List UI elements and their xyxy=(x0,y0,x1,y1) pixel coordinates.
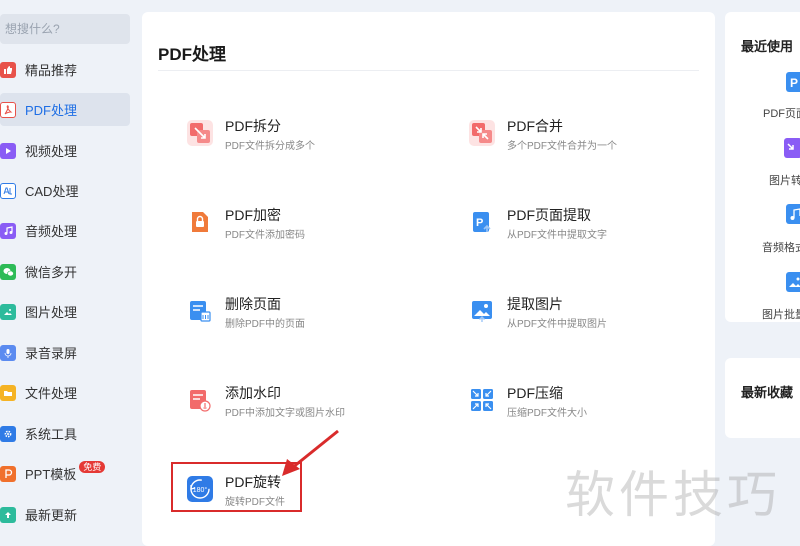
sidebar-item-system[interactable]: 系统工具 xyxy=(0,417,130,450)
tool-description: 删除PDF中的页面 xyxy=(225,319,305,330)
svg-text:P: P xyxy=(790,76,798,90)
sidebar: 想搜什么? 精品推荐 PDF处理 视频处理 CAD处理 音频处理 微信多开 图片… xyxy=(0,0,140,546)
page-extract-icon: P xyxy=(469,209,495,235)
recent-item-label[interactable]: 图片批量 xyxy=(762,306,800,322)
microphone-icon xyxy=(0,344,16,361)
watermark-text: 软件技巧 xyxy=(565,467,781,523)
recent-item-label[interactable]: 音频格式 xyxy=(762,239,800,255)
thumbs-up-icon xyxy=(0,61,16,78)
sidebar-item-latest[interactable]: 最新更新 xyxy=(0,498,130,531)
annotation-arrow-icon xyxy=(282,429,339,476)
tool-pdf-compress[interactable]: PDF压缩 压缩PDF文件大小 xyxy=(469,385,587,419)
sidebar-item-label: 音频处理 xyxy=(25,224,78,239)
tool-description: 压缩PDF文件大小 xyxy=(507,408,587,419)
recent-panel: 最近使用 P PDF页面 图片转 音频格式 图片批量 xyxy=(725,12,800,322)
tool-name: 删除页面 xyxy=(225,296,281,312)
merge-icon xyxy=(469,120,495,146)
cad-icon xyxy=(0,182,16,199)
image-batch-icon[interactable] xyxy=(786,272,800,292)
tool-delete-page[interactable]: 删除页面 删除PDF中的页面 xyxy=(187,296,305,330)
sidebar-item-video[interactable]: 视频处理 xyxy=(0,134,130,167)
tool-name: 提取图片 xyxy=(507,296,563,312)
sidebar-item-file[interactable]: 文件处理 xyxy=(0,376,130,409)
sidebar-item-label: PDF处理 xyxy=(25,103,78,118)
favorites-panel: 最新收藏 xyxy=(725,358,800,438)
sidebar-item-image[interactable]: 图片处理 xyxy=(0,295,130,328)
free-badge: 免费 xyxy=(79,460,106,473)
sidebar-item-recommend[interactable]: 精品推荐 xyxy=(0,53,130,86)
sidebar-item-label: 文件处理 xyxy=(25,386,78,401)
sidebar-item-label: 系统工具 xyxy=(25,427,78,442)
tool-pdf-merge[interactable]: PDF合并 多个PDF文件合并为一个 xyxy=(469,118,617,152)
tool-description: 从PDF文件中提取文字 xyxy=(507,230,607,241)
ppt-icon xyxy=(0,465,16,482)
music-icon xyxy=(0,222,16,239)
split-icon xyxy=(187,120,213,146)
tool-name: PDF合并 xyxy=(507,118,563,134)
sidebar-item-ppt[interactable]: PPT模板 免费 xyxy=(0,457,130,490)
tool-pdf-split[interactable]: PDF拆分 PDF文件拆分成多个 xyxy=(187,118,315,152)
divider xyxy=(158,70,699,71)
folder-icon xyxy=(0,384,16,401)
sidebar-item-label: 视频处理 xyxy=(25,144,78,159)
sidebar-item-record[interactable]: 录音录屏 xyxy=(0,336,130,369)
sidebar-item-label: 图片处理 xyxy=(25,305,78,320)
tool-name: PDF压缩 xyxy=(507,385,563,401)
tool-pdf-encrypt[interactable]: PDF加密 PDF文件添加密码 xyxy=(187,207,305,241)
tool-description: PDF文件拆分成多个 xyxy=(225,141,315,152)
compress-icon xyxy=(469,387,495,413)
sidebar-item-cad[interactable]: CAD处理 xyxy=(0,174,130,207)
audio-format-icon[interactable] xyxy=(786,204,800,224)
favorites-title: 最新收藏 xyxy=(741,385,794,400)
image-convert-icon[interactable] xyxy=(784,138,800,158)
sidebar-item-wechat[interactable]: 微信多开 xyxy=(0,255,130,288)
search-input[interactable]: 想搜什么? xyxy=(0,14,130,44)
sidebar-item-label: CAD处理 xyxy=(25,184,79,199)
tool-add-watermark[interactable]: 添加水印 PDF中添加文字或图片水印 xyxy=(187,385,345,419)
watermark-icon xyxy=(187,387,213,413)
tool-description: 从PDF文件中提取图片 xyxy=(507,319,607,330)
upload-icon xyxy=(0,506,16,523)
recent-item-label[interactable]: 图片转 xyxy=(769,172,800,188)
tool-description: 多个PDF文件合并为一个 xyxy=(507,141,617,152)
tool-name: PDF页面提取 xyxy=(507,207,591,223)
sidebar-item-label: 精品推荐 xyxy=(25,63,78,78)
tool-name: 添加水印 xyxy=(225,385,281,401)
sidebar-item-label: 最新更新 xyxy=(25,508,78,523)
delete-page-icon xyxy=(187,298,213,324)
tool-extract-image[interactable]: 提取图片 从PDF文件中提取图片 xyxy=(469,296,607,330)
svg-text:P: P xyxy=(476,217,483,229)
image-icon xyxy=(0,303,16,320)
image-extract-icon xyxy=(469,298,495,324)
sidebar-item-audio[interactable]: 音频处理 xyxy=(0,214,130,247)
pdf-page-icon[interactable]: P xyxy=(786,72,800,92)
tool-description: PDF中添加文字或图片水印 xyxy=(225,408,345,419)
lock-icon xyxy=(187,209,213,235)
sidebar-item-label: 微信多开 xyxy=(25,265,78,280)
sidebar-item-pdf[interactable]: PDF处理 xyxy=(0,93,130,126)
tool-name: PDF拆分 xyxy=(225,118,281,134)
recent-title: 最近使用 xyxy=(741,39,794,54)
tool-description: PDF文件添加密码 xyxy=(225,230,305,241)
tool-name: PDF加密 xyxy=(225,207,281,223)
pdf-icon xyxy=(0,101,16,118)
sidebar-item-label: 录音录屏 xyxy=(25,346,78,361)
recent-item-label[interactable]: PDF页面 xyxy=(763,105,800,121)
tool-pdf-page-extract[interactable]: P PDF页面提取 从PDF文件中提取文字 xyxy=(469,207,607,241)
page-title: PDF处理 xyxy=(158,45,226,64)
wechat-icon xyxy=(0,263,16,280)
play-icon xyxy=(0,142,16,159)
sidebar-item-label: PPT模板 xyxy=(25,467,77,482)
gear-icon xyxy=(0,425,16,442)
